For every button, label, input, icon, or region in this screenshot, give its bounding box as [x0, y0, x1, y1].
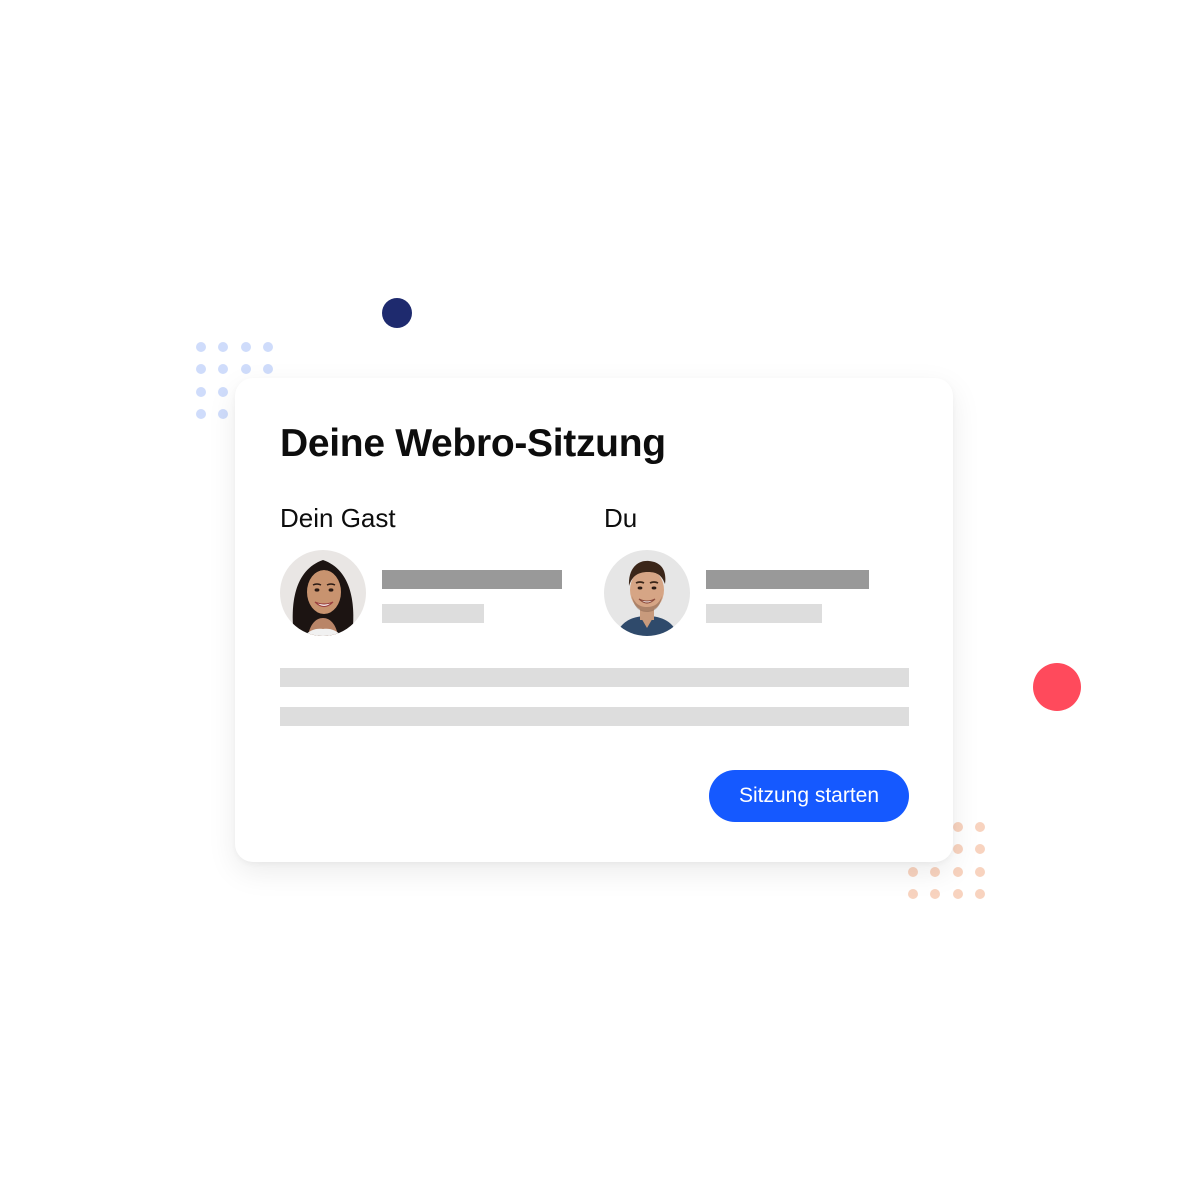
you-label: Du: [604, 503, 638, 533]
illustration-stage: Deine Webro-Sitzung Dein Gast Du Sitzung…: [0, 0, 1200, 1200]
guest-name-placeholder: [382, 570, 562, 589]
description-placeholder-line-2: [280, 707, 909, 726]
guest-section: Dein Gast: [280, 503, 580, 643]
you-detail-placeholder: [706, 604, 822, 623]
guest-detail-placeholder: [382, 604, 484, 623]
session-card: Deine Webro-Sitzung Dein Gast Du Sitzung…: [235, 378, 953, 862]
description-placeholder-line-1: [280, 668, 909, 687]
you-name-placeholder: [706, 570, 869, 589]
you-section: Du: [604, 503, 904, 643]
card-title: Deine Webro-Sitzung: [280, 422, 666, 465]
man-portrait-avatar-icon: [604, 550, 690, 636]
guest-label: Dein Gast: [280, 503, 396, 533]
woman-portrait-avatar-icon: [280, 550, 366, 636]
you-avatar: [604, 550, 690, 636]
navy-dot: [382, 298, 412, 328]
red-dot: [1033, 663, 1081, 711]
start-session-button[interactable]: Sitzung starten: [709, 770, 909, 822]
guest-avatar: [280, 550, 366, 636]
